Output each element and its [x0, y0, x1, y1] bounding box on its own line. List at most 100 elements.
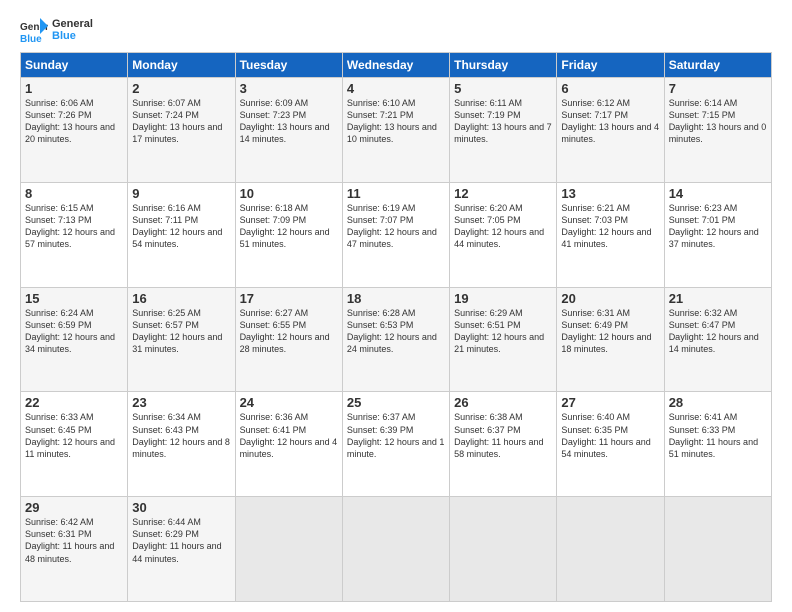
calendar-cell: 19 Sunrise: 6:29 AM Sunset: 6:51 PM Dayl…: [450, 287, 557, 392]
cell-info: Sunrise: 6:37 AM Sunset: 6:39 PM Dayligh…: [347, 411, 445, 460]
cell-info: Sunrise: 6:09 AM Sunset: 7:23 PM Dayligh…: [240, 97, 338, 146]
calendar-header-row: SundayMondayTuesdayWednesdayThursdayFrid…: [21, 53, 772, 78]
day-number: 14: [669, 186, 767, 201]
day-number: 9: [132, 186, 230, 201]
calendar-cell: 12 Sunrise: 6:20 AM Sunset: 7:05 PM Dayl…: [450, 182, 557, 287]
cell-info: Sunrise: 6:25 AM Sunset: 6:57 PM Dayligh…: [132, 307, 230, 356]
calendar-cell: 9 Sunrise: 6:16 AM Sunset: 7:11 PM Dayli…: [128, 182, 235, 287]
cell-info: Sunrise: 6:20 AM Sunset: 7:05 PM Dayligh…: [454, 202, 552, 251]
calendar-week-row: 29 Sunrise: 6:42 AM Sunset: 6:31 PM Dayl…: [21, 497, 772, 602]
calendar-cell: [450, 497, 557, 602]
cell-info: Sunrise: 6:34 AM Sunset: 6:43 PM Dayligh…: [132, 411, 230, 460]
calendar-cell: 17 Sunrise: 6:27 AM Sunset: 6:55 PM Dayl…: [235, 287, 342, 392]
day-number: 28: [669, 395, 767, 410]
cell-info: Sunrise: 6:40 AM Sunset: 6:35 PM Dayligh…: [561, 411, 659, 460]
day-number: 5: [454, 81, 552, 96]
day-number: 15: [25, 291, 123, 306]
day-number: 6: [561, 81, 659, 96]
day-number: 23: [132, 395, 230, 410]
cell-info: Sunrise: 6:36 AM Sunset: 6:41 PM Dayligh…: [240, 411, 338, 460]
day-number: 26: [454, 395, 552, 410]
logo-icon: General Blue: [20, 16, 48, 44]
cell-info: Sunrise: 6:21 AM Sunset: 7:03 PM Dayligh…: [561, 202, 659, 251]
cell-info: Sunrise: 6:27 AM Sunset: 6:55 PM Dayligh…: [240, 307, 338, 356]
day-header-monday: Monday: [128, 53, 235, 78]
cell-info: Sunrise: 6:29 AM Sunset: 6:51 PM Dayligh…: [454, 307, 552, 356]
day-number: 25: [347, 395, 445, 410]
cell-info: Sunrise: 6:11 AM Sunset: 7:19 PM Dayligh…: [454, 97, 552, 146]
day-number: 29: [25, 500, 123, 515]
logo-line1: General: [52, 18, 93, 30]
day-number: 4: [347, 81, 445, 96]
day-number: 18: [347, 291, 445, 306]
calendar-week-row: 22 Sunrise: 6:33 AM Sunset: 6:45 PM Dayl…: [21, 392, 772, 497]
cell-info: Sunrise: 6:32 AM Sunset: 6:47 PM Dayligh…: [669, 307, 767, 356]
calendar-cell: 5 Sunrise: 6:11 AM Sunset: 7:19 PM Dayli…: [450, 78, 557, 183]
svg-text:Blue: Blue: [20, 34, 42, 44]
calendar-cell: 30 Sunrise: 6:44 AM Sunset: 6:29 PM Dayl…: [128, 497, 235, 602]
calendar-cell: 6 Sunrise: 6:12 AM Sunset: 7:17 PM Dayli…: [557, 78, 664, 183]
cell-info: Sunrise: 6:10 AM Sunset: 7:21 PM Dayligh…: [347, 97, 445, 146]
cell-info: Sunrise: 6:23 AM Sunset: 7:01 PM Dayligh…: [669, 202, 767, 251]
calendar-cell: 8 Sunrise: 6:15 AM Sunset: 7:13 PM Dayli…: [21, 182, 128, 287]
day-number: 22: [25, 395, 123, 410]
day-number: 10: [240, 186, 338, 201]
calendar-cell: 27 Sunrise: 6:40 AM Sunset: 6:35 PM Dayl…: [557, 392, 664, 497]
day-header-wednesday: Wednesday: [342, 53, 449, 78]
calendar-cell: 4 Sunrise: 6:10 AM Sunset: 7:21 PM Dayli…: [342, 78, 449, 183]
calendar-cell: 28 Sunrise: 6:41 AM Sunset: 6:33 PM Dayl…: [664, 392, 771, 497]
calendar-cell: 20 Sunrise: 6:31 AM Sunset: 6:49 PM Dayl…: [557, 287, 664, 392]
cell-info: Sunrise: 6:44 AM Sunset: 6:29 PM Dayligh…: [132, 516, 230, 565]
calendar-cell: 14 Sunrise: 6:23 AM Sunset: 7:01 PM Dayl…: [664, 182, 771, 287]
page-header: General Blue General Blue: [20, 16, 772, 44]
cell-info: Sunrise: 6:14 AM Sunset: 7:15 PM Dayligh…: [669, 97, 767, 146]
logo: General Blue General Blue: [20, 16, 93, 44]
calendar-cell: 7 Sunrise: 6:14 AM Sunset: 7:15 PM Dayli…: [664, 78, 771, 183]
day-header-saturday: Saturday: [664, 53, 771, 78]
calendar-cell: 15 Sunrise: 6:24 AM Sunset: 6:59 PM Dayl…: [21, 287, 128, 392]
cell-info: Sunrise: 6:18 AM Sunset: 7:09 PM Dayligh…: [240, 202, 338, 251]
calendar-table: SundayMondayTuesdayWednesdayThursdayFrid…: [20, 52, 772, 602]
day-number: 27: [561, 395, 659, 410]
cell-info: Sunrise: 6:41 AM Sunset: 6:33 PM Dayligh…: [669, 411, 767, 460]
cell-info: Sunrise: 6:07 AM Sunset: 7:24 PM Dayligh…: [132, 97, 230, 146]
calendar-cell: 23 Sunrise: 6:34 AM Sunset: 6:43 PM Dayl…: [128, 392, 235, 497]
calendar-cell: 16 Sunrise: 6:25 AM Sunset: 6:57 PM Dayl…: [128, 287, 235, 392]
calendar-week-row: 8 Sunrise: 6:15 AM Sunset: 7:13 PM Dayli…: [21, 182, 772, 287]
calendar-cell: 13 Sunrise: 6:21 AM Sunset: 7:03 PM Dayl…: [557, 182, 664, 287]
calendar-cell: 18 Sunrise: 6:28 AM Sunset: 6:53 PM Dayl…: [342, 287, 449, 392]
cell-info: Sunrise: 6:19 AM Sunset: 7:07 PM Dayligh…: [347, 202, 445, 251]
cell-info: Sunrise: 6:12 AM Sunset: 7:17 PM Dayligh…: [561, 97, 659, 146]
cell-info: Sunrise: 6:16 AM Sunset: 7:11 PM Dayligh…: [132, 202, 230, 251]
cell-info: Sunrise: 6:33 AM Sunset: 6:45 PM Dayligh…: [25, 411, 123, 460]
day-number: 20: [561, 291, 659, 306]
cell-info: Sunrise: 6:15 AM Sunset: 7:13 PM Dayligh…: [25, 202, 123, 251]
calendar-cell: 24 Sunrise: 6:36 AM Sunset: 6:41 PM Dayl…: [235, 392, 342, 497]
cell-info: Sunrise: 6:28 AM Sunset: 6:53 PM Dayligh…: [347, 307, 445, 356]
calendar-cell: [235, 497, 342, 602]
day-number: 11: [347, 186, 445, 201]
day-number: 24: [240, 395, 338, 410]
day-header-sunday: Sunday: [21, 53, 128, 78]
calendar-week-row: 1 Sunrise: 6:06 AM Sunset: 7:26 PM Dayli…: [21, 78, 772, 183]
calendar-week-row: 15 Sunrise: 6:24 AM Sunset: 6:59 PM Dayl…: [21, 287, 772, 392]
calendar-cell: 26 Sunrise: 6:38 AM Sunset: 6:37 PM Dayl…: [450, 392, 557, 497]
day-number: 13: [561, 186, 659, 201]
day-number: 16: [132, 291, 230, 306]
cell-info: Sunrise: 6:38 AM Sunset: 6:37 PM Dayligh…: [454, 411, 552, 460]
cell-info: Sunrise: 6:31 AM Sunset: 6:49 PM Dayligh…: [561, 307, 659, 356]
day-number: 8: [25, 186, 123, 201]
calendar-cell: 3 Sunrise: 6:09 AM Sunset: 7:23 PM Dayli…: [235, 78, 342, 183]
calendar-cell: 25 Sunrise: 6:37 AM Sunset: 6:39 PM Dayl…: [342, 392, 449, 497]
cell-info: Sunrise: 6:24 AM Sunset: 6:59 PM Dayligh…: [25, 307, 123, 356]
cell-info: Sunrise: 6:42 AM Sunset: 6:31 PM Dayligh…: [25, 516, 123, 565]
calendar-cell: [557, 497, 664, 602]
day-number: 3: [240, 81, 338, 96]
day-number: 17: [240, 291, 338, 306]
day-number: 21: [669, 291, 767, 306]
calendar-cell: [342, 497, 449, 602]
calendar-cell: 1 Sunrise: 6:06 AM Sunset: 7:26 PM Dayli…: [21, 78, 128, 183]
day-number: 2: [132, 81, 230, 96]
calendar-cell: 2 Sunrise: 6:07 AM Sunset: 7:24 PM Dayli…: [128, 78, 235, 183]
day-header-thursday: Thursday: [450, 53, 557, 78]
